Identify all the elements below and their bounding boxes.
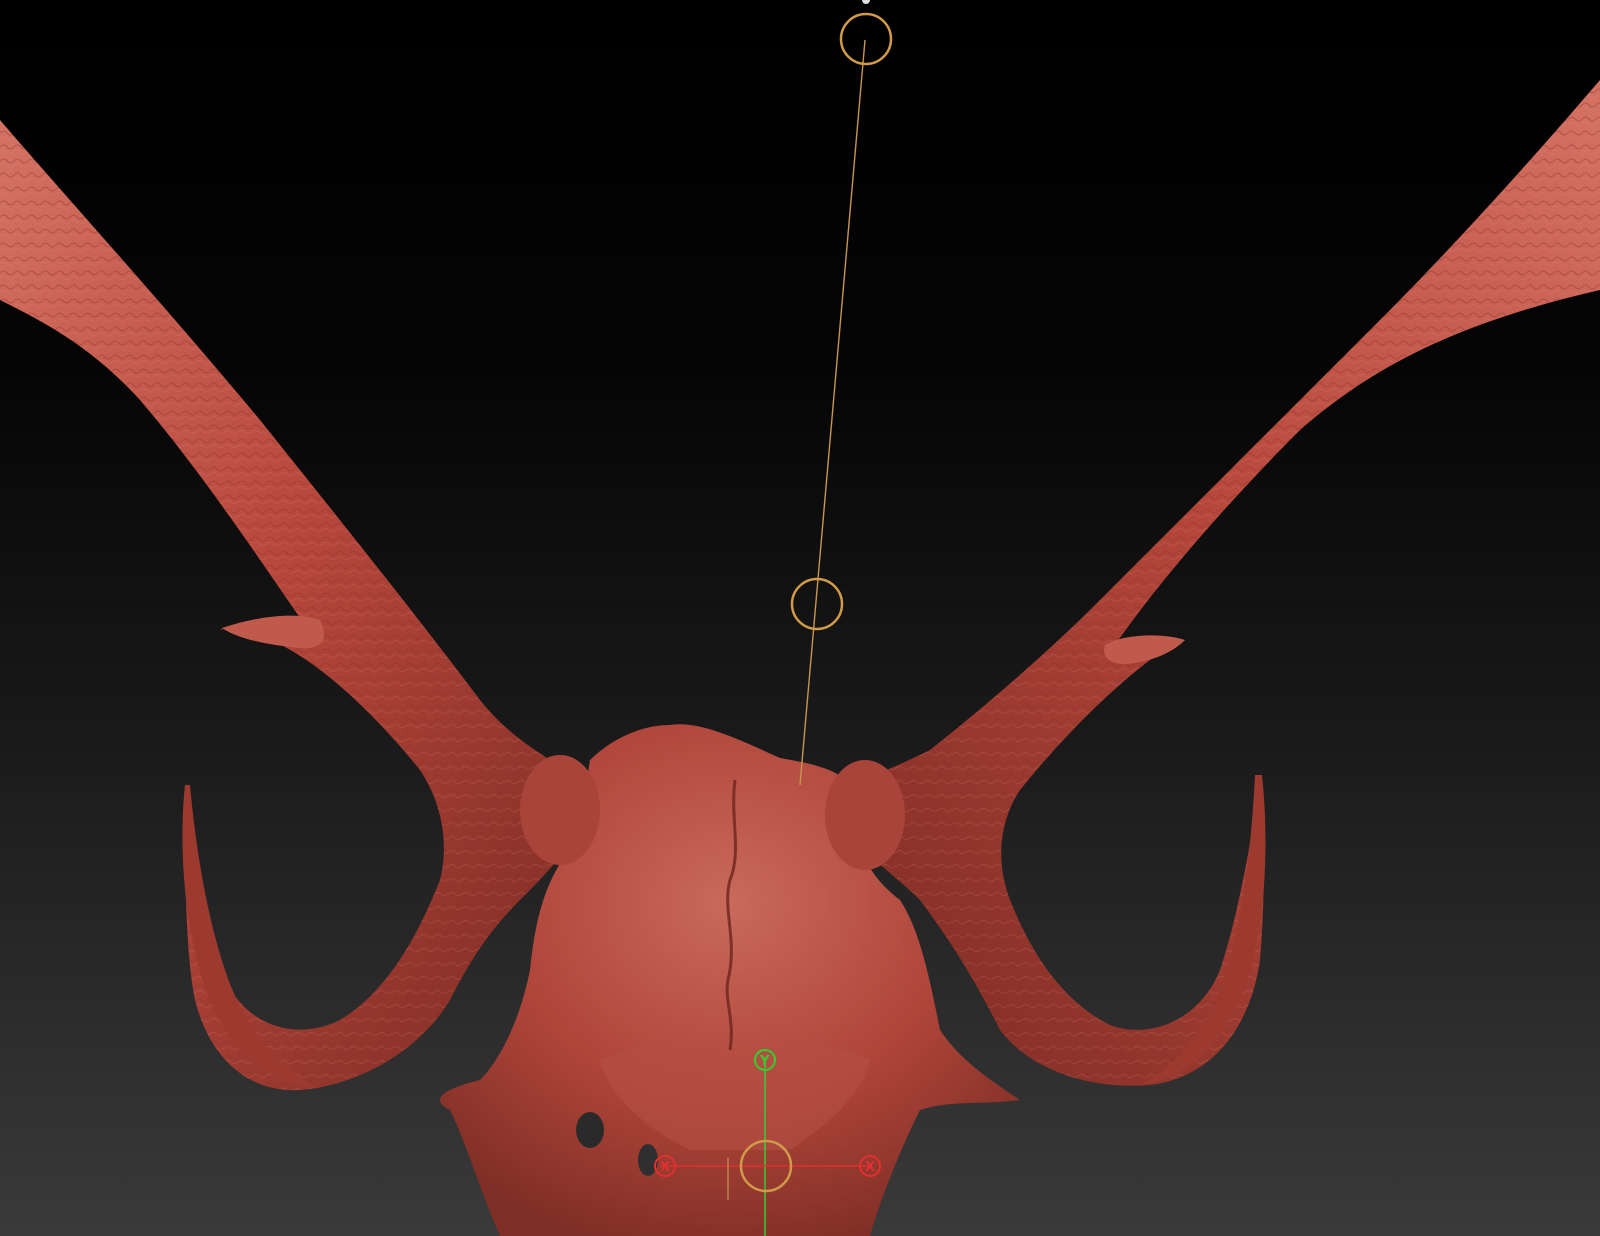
x-axis-label-left: X — [660, 1160, 670, 1175]
sculpt-canvas[interactable]: Y X X — [0, 0, 1600, 1236]
transpose-end-handle[interactable] — [839, 12, 893, 66]
transpose-line[interactable] — [790, 0, 893, 786]
3d-viewport[interactable]: Y X X — [0, 0, 1600, 1236]
y-axis-label: Y — [759, 1054, 770, 1069]
left-antler — [0, 120, 590, 1091]
right-antler — [840, 80, 1600, 1086]
x-axis-label-right: X — [865, 1160, 875, 1175]
